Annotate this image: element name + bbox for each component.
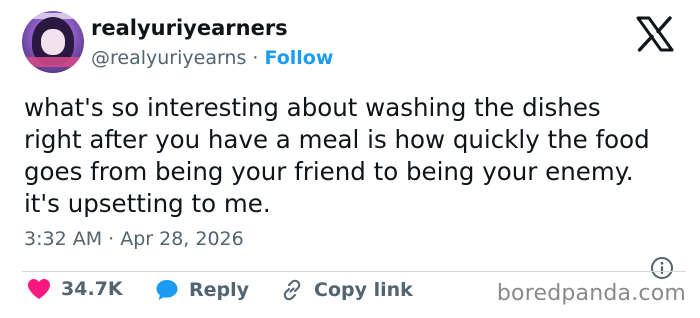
author-handle-row: @realyuriyearns · Follow xyxy=(91,47,333,69)
watermark: boredpanda.com xyxy=(496,281,686,306)
heart-icon xyxy=(28,279,50,299)
speech-bubble-icon xyxy=(156,280,178,300)
author-display-name[interactable]: realyuriyearners xyxy=(91,16,288,40)
x-logo-icon[interactable] xyxy=(635,16,675,52)
avatar-art-face xyxy=(41,29,65,55)
tweet-text: what's so interesting about washing the … xyxy=(24,93,650,218)
copy-link-label: Copy link xyxy=(314,279,413,301)
handle-separator: · xyxy=(246,47,265,69)
like-button[interactable]: 34.7K xyxy=(27,278,123,300)
tweet-timestamp[interactable]: 3:32 AM · Apr 28, 2026 xyxy=(24,228,244,250)
reply-label: Reply xyxy=(189,279,250,301)
author-handle[interactable]: @realyuriyearns xyxy=(91,47,246,69)
link-icon xyxy=(283,279,301,301)
avatar[interactable] xyxy=(22,11,84,73)
follow-button[interactable]: Follow xyxy=(265,47,334,69)
like-count: 34.7K xyxy=(61,278,123,300)
reply-button[interactable]: Reply xyxy=(155,278,249,302)
copy-link-button[interactable]: Copy link xyxy=(280,278,413,302)
avatar-art-band xyxy=(22,57,84,67)
